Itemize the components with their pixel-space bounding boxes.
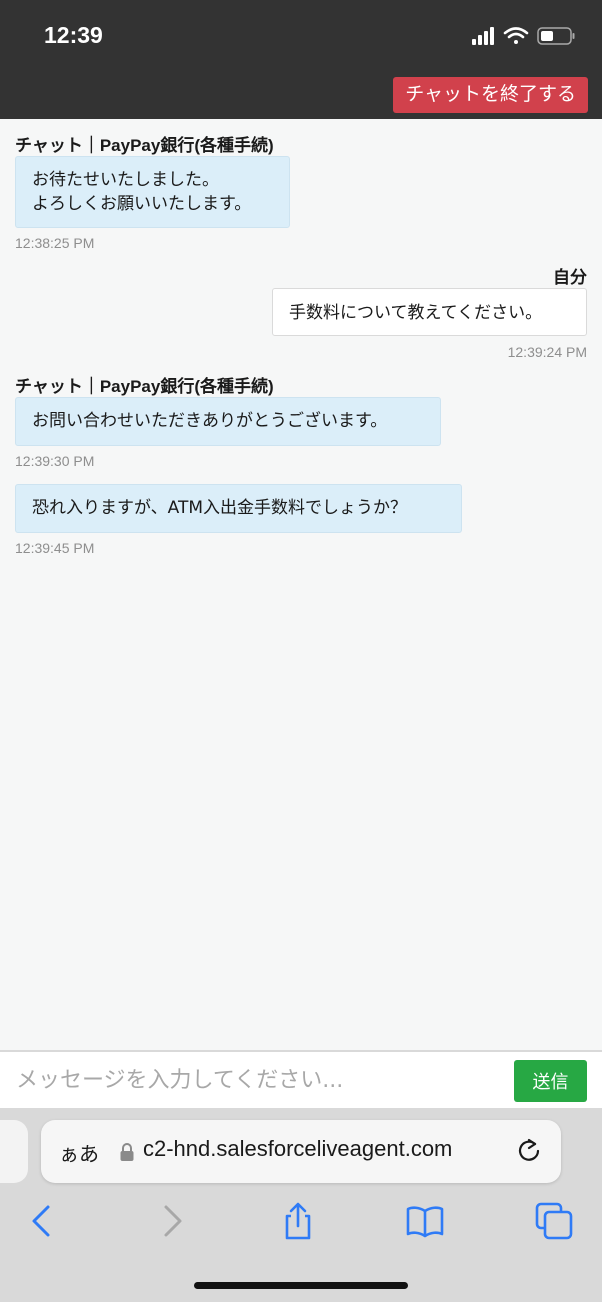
agent-sender-name: チャット｜PayPay銀行(各種手続) [15,136,274,155]
send-button[interactable]: 送信 [514,1060,587,1102]
share-icon[interactable] [278,1201,318,1241]
message-input[interactable] [0,1052,500,1108]
my-message: 手数料について教えてください。 [272,288,587,336]
bookmarks-icon[interactable] [405,1201,445,1241]
back-icon[interactable] [22,1201,62,1241]
signal-icon [472,27,494,45]
chat-transcript: チャット｜PayPay銀行(各種手続) お待たせいたしました。 よろしくお願いい… [0,119,602,1050]
agent-message: お待たせいたしました。 よろしくお願いいたします。 [15,156,290,228]
tabs-icon[interactable] [534,1201,574,1241]
address-bar[interactable]: ぁあ c2-hnd.salesforceliveagent.com [41,1120,561,1183]
status-icons [472,27,575,45]
home-indicator [194,1282,408,1289]
forward-icon[interactable] [152,1201,192,1241]
end-chat-button[interactable]: チャットを終了する [393,77,588,113]
my-sender-name: 自分 [553,268,587,287]
wifi-icon [503,27,529,44]
page-settings-button[interactable]: ぁあ [59,1138,99,1167]
browser-toolbar: ぁあ c2-hnd.salesforceliveagent.com [0,1108,602,1302]
status-time: 12:39 [44,22,103,48]
message-timestamp: 12:39:45 PM [15,540,95,556]
battery-icon [537,27,575,45]
agent-message: 恐れ入りますが、ATM入出金手数料でしょうか？ [15,484,462,533]
message-composer: 送信 [0,1050,602,1108]
top-bar: 12:39 チャットを終了する [0,0,602,119]
lock-icon [120,1143,134,1161]
message-timestamp: 12:38:25 PM [15,235,95,251]
agent-message: お問い合わせいただきありがとうございます。 [15,397,441,446]
reload-icon[interactable] [515,1137,543,1165]
message-timestamp: 12:39:30 PM [15,453,95,469]
message-timestamp: 12:39:24 PM [507,344,587,360]
agent-sender-name: チャット｜PayPay銀行(各種手続) [15,377,274,396]
url-text: c2-hnd.salesforceliveagent.com [143,1136,453,1161]
previous-tab[interactable] [0,1120,28,1183]
